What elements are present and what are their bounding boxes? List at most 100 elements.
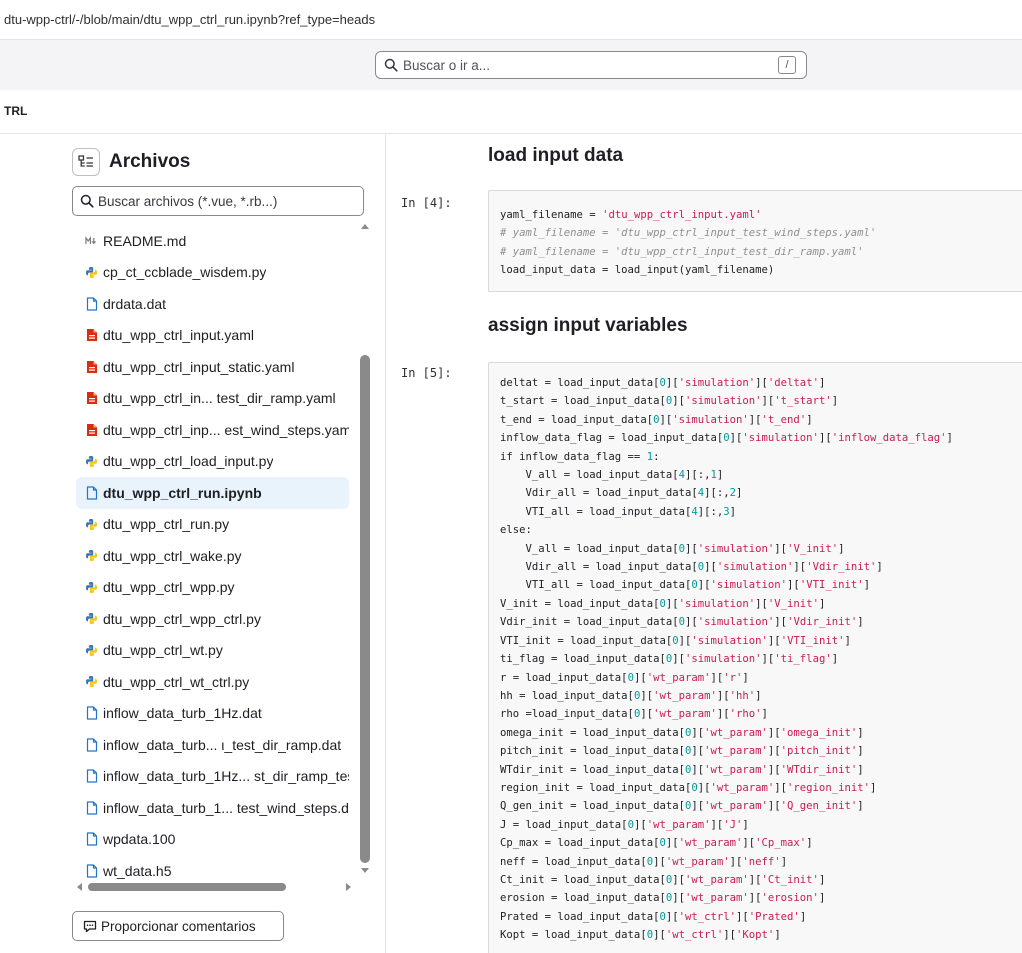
code-token: ] [857,763,864,776]
code-token: 'neff' [742,855,781,868]
code-token: ][ [793,561,807,574]
code-token: ][ [748,892,762,905]
code-line: deltat = load_input_data[0]['simulation'… [500,374,1022,392]
code-token: # yaml_filename = 'dtu_wpp_ctrl_input_te… [500,227,877,240]
code-token: 'VTI_init' [799,579,864,592]
file-tree-toggle-icon[interactable] [72,148,100,176]
code-token: ][ [736,910,749,923]
code-line: J = load_input_data[0]['wt_param']['J'] [500,816,1022,834]
file-search-input[interactable]: Buscar archivos (*.vue, *.rb...) [72,186,364,216]
file-item[interactable]: dtu_wpp_ctrl_run.ipynb [76,477,349,509]
scroll-up-arrow[interactable] [361,224,369,229]
code-token: 'wt_param' [653,708,717,721]
file-name: inflow_data_turb_1Hz... st_dir_ramp_test… [103,768,349,785]
file-item[interactable]: dtu_wpp_ctrl_inp... est_wind_steps.yaml [76,414,349,446]
global-search-input[interactable]: Buscar o ir a... / [375,51,807,79]
file-item[interactable]: dtu_wpp_ctrl_input_static.yaml [76,351,349,383]
scroll-down-arrow[interactable] [361,868,369,873]
code-token: 'dtu_wpp_ctrl_input.yaml' [602,209,762,221]
code-token: ][ [697,579,711,592]
url-text[interactable]: dtu-wpp-ctrl/-/blob/main/dtu_wpp_ctrl_ru… [4,12,375,27]
code-token: ][ [723,929,737,942]
file-item[interactable]: inflow_data_turb... ι_test_dir_ramp.dat [76,729,349,761]
code-token: ][ [665,597,679,610]
file-item[interactable]: dtu_wpp_ctrl_wt.py [76,635,349,667]
section-heading: assign input variables [488,315,688,336]
code-token: J = load_input_data[ [500,818,628,831]
search-placeholder: Buscar o ir a... [403,58,491,73]
scroll-left-arrow[interactable] [77,883,82,891]
code-token: ][ [716,708,730,721]
code-line: load_input_data = load_input(yaml_filena… [500,261,1022,279]
code-line: rho =load_input_data[0]['wt_param']['rho… [500,705,1022,723]
file-item[interactable]: dtu_wpp_ctrl_input.yaml [76,320,349,352]
code-token: 'pitch_init' [780,745,858,758]
file-item[interactable]: inflow_data_turb_1Hz.dat [76,698,349,730]
address-bar[interactable]: dtu-wpp-ctrl/-/blob/main/dtu_wpp_ctrl_ru… [0,0,1022,40]
scroll-right-arrow[interactable] [346,883,351,891]
code-token: ][ [774,781,788,794]
yaml-icon [85,360,98,374]
code-token: ][ [659,413,673,426]
file-item[interactable]: dtu_wpp_ctrl_run.py [76,509,349,541]
code-token: 'wt_param' [684,873,749,886]
code-token: ] [799,910,807,923]
file-item[interactable]: dtu_wpp_ctrl_wpp.py [76,572,349,604]
code-token: ][ [818,432,832,445]
file-item[interactable]: README.md [76,225,349,257]
file-icon [85,706,98,720]
code-token: V_all = load_input_data[ [500,469,679,482]
search-icon [80,194,94,213]
file-search-placeholder: Buscar archivos (*.vue, *.rb...) [98,194,278,209]
code-token: ][ [704,561,717,574]
code-token: ] [818,892,826,905]
code-token: erosion = load_input_data[ [500,892,666,905]
feedback-button[interactable]: Proporcionar comentarios [72,911,284,941]
file-item[interactable]: wpdata.100 [76,824,349,856]
code-token: 'simulation' [716,561,794,574]
code-token: ][ [761,653,775,666]
file-name: dtu_wpp_ctrl_input.yaml [103,327,254,344]
code-line: pitch_init = load_input_data[0]['wt_para… [500,742,1022,760]
code-token: deltat = load_input_data[ [500,377,660,389]
code-token: : [653,450,660,463]
file-icon [85,801,98,815]
code-token: 'Vdir_init' [787,616,858,629]
file-item[interactable]: inflow_data_turb_1... test_wind_steps.da [76,792,349,824]
file-item[interactable]: dtu_wpp_ctrl_load_input.py [76,446,349,478]
code-token: ] [857,616,864,629]
code-token: 'VTI_init' [780,634,845,647]
code-token: ][ [761,395,775,408]
code-token: ][ [767,745,781,758]
project-name[interactable]: TRL [4,104,27,118]
code-token: else: [500,524,532,537]
feedback-label: Proporcionar comentarios [101,918,256,934]
code-token: ][ [672,653,685,666]
file-item[interactable]: cp_ct_ccblade_wisdem.py [76,257,349,289]
vertical-scrollbar-thumb[interactable] [360,355,370,863]
code-token: 'simulation' [691,634,768,647]
code-token: pitch_init = load_input_data[ [500,745,685,758]
file-item[interactable]: dtu_wpp_ctrl_wake.py [76,540,349,572]
section-heading: load input data [488,145,624,166]
code-token: 'simulation' [710,579,788,592]
code-line: t_end = load_input_data[0]['simulation']… [500,411,1022,429]
code-line: hh = load_input_data[0]['wt_param']['hh'… [500,687,1022,705]
code-line: WTdir_init = load_input_data[0]['wt_para… [500,761,1022,779]
code-token: ][ [684,616,698,629]
code-line: VTI_all = load_input_data[4][:,3] [500,503,1022,521]
file-item[interactable]: dtu_wpp_ctrl_in... test_dir_ramp.yaml [76,383,349,415]
code-token: ][ [748,413,762,426]
code-token: ][ [767,763,781,776]
file-item[interactable]: wt_data.h5 [76,855,349,885]
code-line: if inflow_data_flag == 1: [500,448,1022,466]
code-token: ] [818,873,826,886]
file-item[interactable]: drdata.dat [76,288,349,320]
file-item[interactable]: inflow_data_turb_1Hz... st_dir_ramp_test… [76,761,349,793]
file-item[interactable]: dtu_wpp_ctrl_wpp_ctrl.py [76,603,349,635]
horizontal-scrollbar-thumb[interactable] [88,883,286,891]
code-token: ] [761,708,768,721]
file-item[interactable]: dtu_wpp_ctrl_wt_ctrl.py [76,666,349,698]
file-name: wt_data.h5 [103,862,172,879]
code-token: 'omega_init' [780,726,858,739]
